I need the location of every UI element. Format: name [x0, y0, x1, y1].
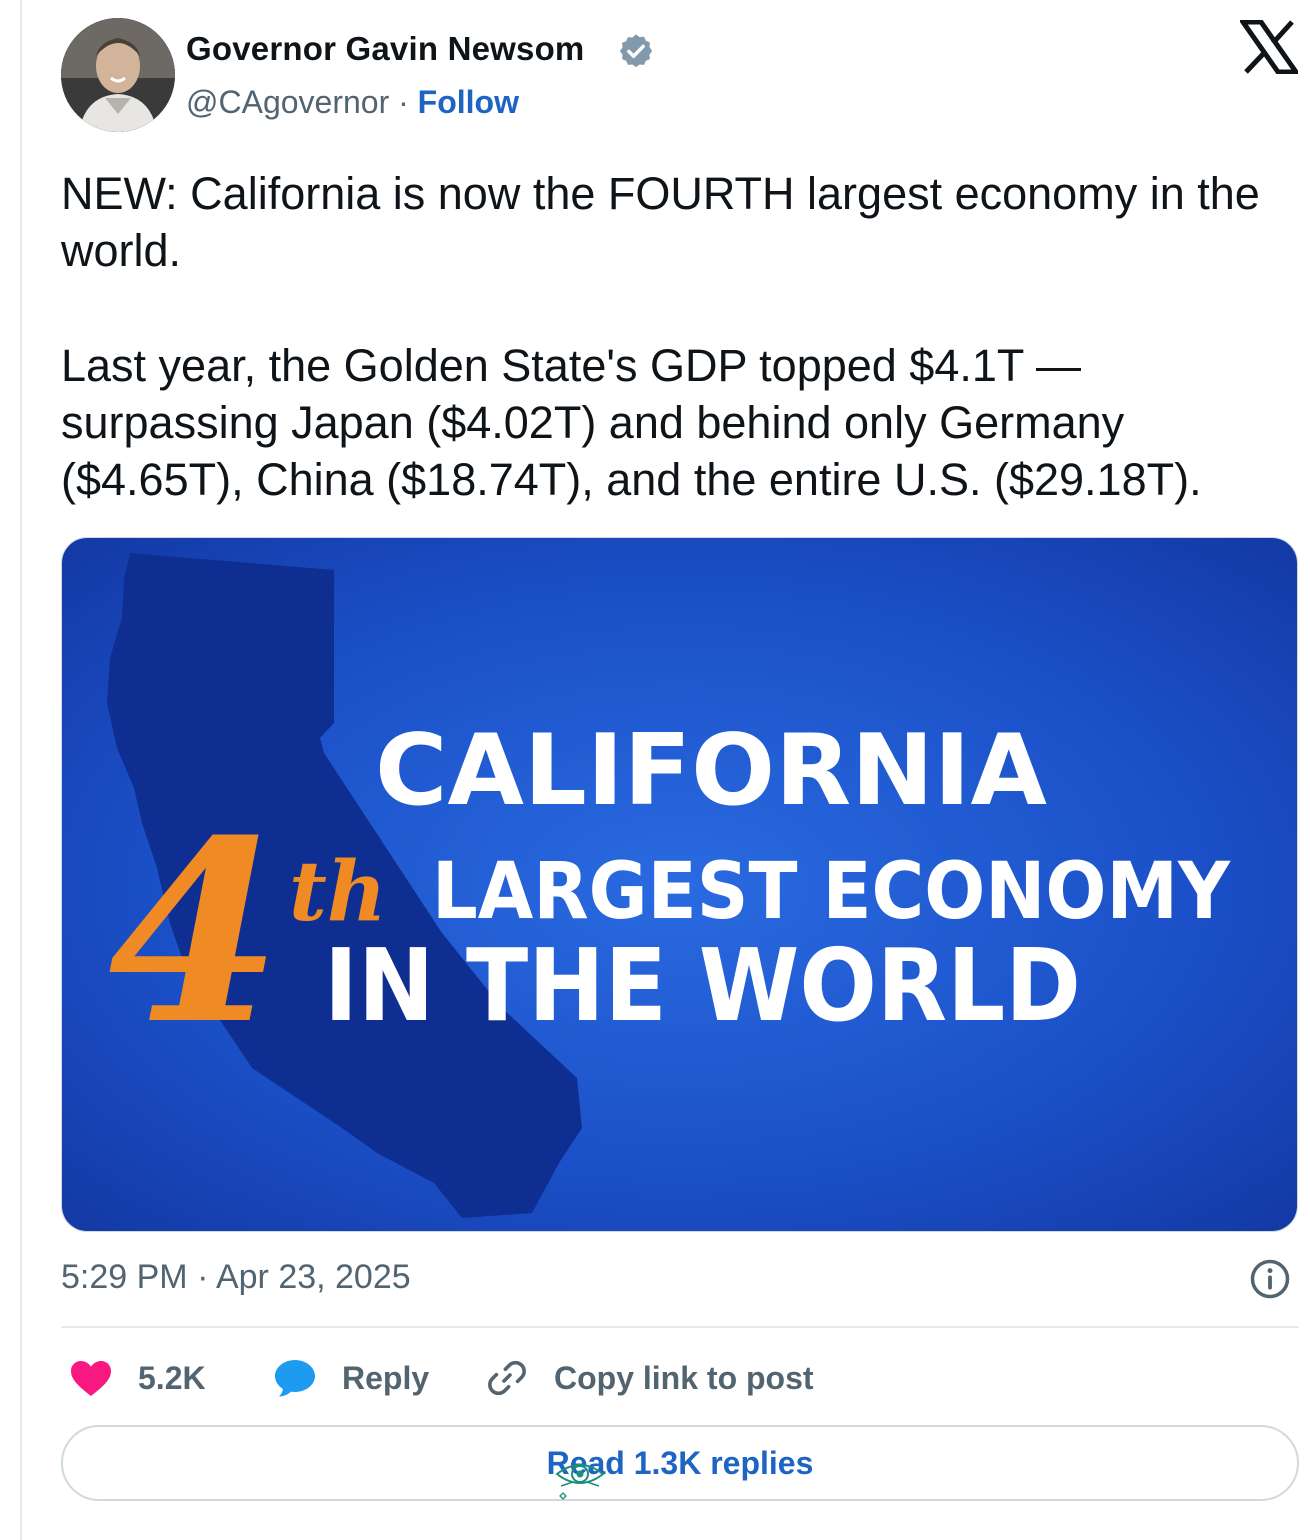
- headline-text: CALIFORNIA: [375, 714, 1047, 828]
- author-handle[interactable]: @CAgovernor: [186, 84, 389, 120]
- reply-bubble-icon: [275, 1360, 315, 1397]
- post-paragraph-1: NEW: California is now the FOURTH larges…: [61, 168, 1260, 276]
- post-text: NEW: California is now the FOURTH larges…: [61, 165, 1281, 508]
- like-count: 5.2K: [138, 1360, 206, 1396]
- reply-label: Reply: [342, 1360, 430, 1396]
- x-logo-icon[interactable]: [1240, 20, 1298, 74]
- separator: ·: [389, 84, 418, 120]
- avatar-photo: [61, 18, 175, 132]
- link-icon: [488, 1360, 526, 1396]
- read-replies-button[interactable]: Read 1.3K replies: [61, 1425, 1299, 1501]
- rank-suffix: th: [289, 844, 387, 940]
- divider: [61, 1326, 1299, 1328]
- follow-button[interactable]: Follow: [418, 84, 519, 120]
- avatar[interactable]: [61, 18, 175, 132]
- copy-link-button[interactable]: Copy link to post: [481, 1350, 831, 1406]
- info-icon[interactable]: [1249, 1258, 1291, 1300]
- post-paragraph-2: Last year, the Golden State's GDP topped…: [61, 340, 1202, 505]
- heart-icon: [71, 1361, 111, 1396]
- like-button[interactable]: 5.2K: [61, 1350, 221, 1406]
- infographic: CALIFORNIA 4 th LARGEST ECONOMY IN THE W…: [62, 538, 1297, 1231]
- verified-badge-icon: [619, 34, 653, 68]
- rank-number: 4: [108, 785, 282, 1079]
- reply-button[interactable]: Reply: [269, 1350, 444, 1406]
- post-image[interactable]: CALIFORNIA 4 th LARGEST ECONOMY IN THE W…: [61, 537, 1298, 1232]
- copy-link-label: Copy link to post: [554, 1360, 814, 1396]
- handle-row: @CAgovernor · Follow: [186, 84, 519, 121]
- in-the-world-text: IN THE WORLD: [324, 927, 1081, 1044]
- post-timestamp[interactable]: 5:29 PM · Apr 23, 2025: [61, 1258, 411, 1297]
- author-name[interactable]: Governor Gavin Newsom: [186, 30, 584, 68]
- largest-economy-text: LARGEST ECONOMY: [432, 847, 1231, 937]
